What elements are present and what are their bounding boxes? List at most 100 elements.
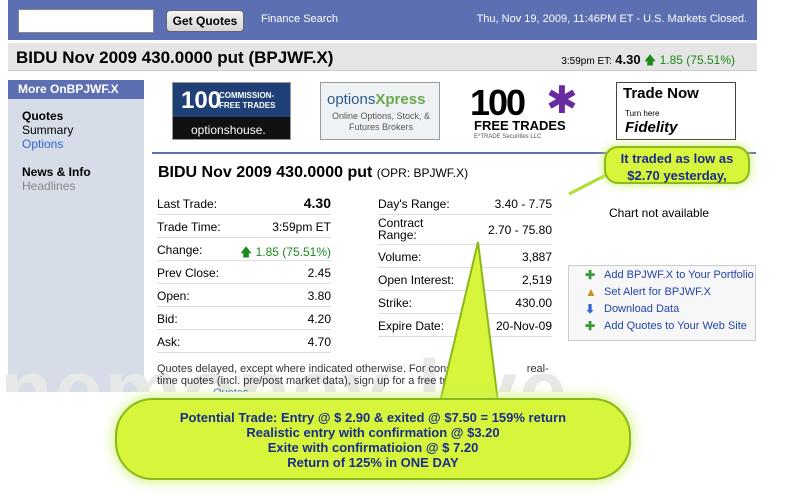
table-row: Volume: 3,887 [378, 245, 552, 268]
sidebar-news-heading: News & Info [22, 165, 91, 179]
sidebar-item-summary[interactable]: Summary [22, 123, 144, 137]
row-value: 3,887 [521, 250, 552, 264]
optionsxpress-logo: optionsXpress [327, 91, 425, 108]
etrade-text: FREE TRADES [474, 118, 566, 133]
table-row: Open: 3.80 [157, 284, 331, 307]
quote-title: BIDU Nov 2009 430.0000 put (OPR: BPJWF.X… [158, 164, 468, 182]
fidelity-title: Trade Now [623, 85, 699, 102]
delay-note-text-a: Quotes delayed, except where indicated o… [157, 363, 452, 375]
row-label: Volume: [378, 250, 422, 264]
table-row: Expire Date: 20-Nov-09 [378, 314, 552, 337]
set-alert-link[interactable]: ▲ Set Alert for BPJWF.X [569, 283, 755, 300]
add-to-portfolio-link[interactable]: ✚ Add BPJWF.X to Your Portfolio [569, 266, 755, 283]
table-row: Last Trade: 4.30 [157, 192, 331, 215]
get-quotes-button[interactable]: Get Quotes [166, 10, 244, 32]
download-icon: ⬇ [585, 302, 596, 316]
link-label: Download Data [604, 303, 680, 315]
row-label: Prev Close: [157, 266, 220, 280]
optionsxpress-brand-a: options [327, 91, 376, 108]
price-summary: 3:59pm ET: 4.30 🡅 1.85 (75.51%) [561, 51, 735, 72]
row-value: 430.00 [515, 296, 552, 310]
bell-icon: ▲ [585, 285, 597, 299]
sidebar-quotes-section: Quotes Summary Options [8, 99, 144, 151]
link-label: Set Alert for BPJWF.X [604, 286, 711, 298]
link-label: Add BPJWF.X to Your Portfolio [604, 269, 754, 281]
optionsxpress-brand-b: Xpress [375, 91, 426, 108]
fidelity-brand: Fidelity [625, 119, 678, 136]
title-bar: BIDU Nov 2009 430.0000 put (BPJWF.X) 3:5… [8, 43, 757, 71]
row-label: Expire Date: [378, 319, 445, 333]
link-label: Add Quotes to Your Web Site [604, 320, 747, 332]
top-bar: Get Quotes Finance Search Thu, Nov 19, 2… [8, 0, 757, 40]
optionshouse-brand: optionshouse. [191, 123, 266, 137]
row-label: Last Trade: [157, 197, 218, 211]
up-arrow-icon: 🡅 [239, 245, 253, 259]
action-links: ✚ Add BPJWF.X to Your Portfolio ▲ Set Aler… [568, 265, 756, 341]
optionshouse-ad[interactable]: 100 COMMISSION-FREE TRADES optionshouse. [172, 82, 291, 140]
quote-table-right: Day's Range: 3.40 - 7.75 Contract Range: 2… [378, 192, 552, 337]
quote-table-left: Last Trade: 4.30 Trade Time: 3:59pm ET Cha… [157, 192, 331, 353]
plus-icon: ✚ [585, 319, 596, 333]
callout-trade-summary: Potential Trade: Entry @ $ 2.90 & exited… [115, 398, 631, 480]
callout-line: Exite with confirmatioion @ $ 7.20 [267, 440, 479, 455]
last-price: 4.30 [615, 52, 641, 67]
row-label: Strike: [378, 296, 413, 310]
row-value: 20-Nov-09 [495, 319, 552, 333]
row-value: 3.40 - 7.75 [494, 197, 552, 211]
table-row: Contract Range: 2.70 - 75.80 [378, 215, 552, 245]
sidebar-quotes-heading: Quotes [22, 109, 64, 123]
up-arrow-icon: 🡅 [643, 53, 657, 67]
plus-icon: ✚ [585, 268, 596, 282]
optionshouse-number: 100 [181, 87, 222, 114]
trade-time: 3:59pm ET: [561, 56, 612, 67]
table-row: Open Interest: 2,519 [378, 268, 552, 291]
add-quotes-website-link[interactable]: ✚ Add Quotes to Your Web Site [569, 317, 755, 334]
callout-low-price: It traded as low as $2.70 yesterday, [604, 146, 750, 184]
row-value: 3:59pm ET [272, 220, 331, 234]
screenshot: Get Quotes Finance Search Thu, Nov 19, 2… [0, 0, 805, 498]
price-change: 1.85 (75.51%) [659, 53, 735, 67]
page-title: BIDU Nov 2009 430.0000 put (BPJWF.X) [16, 48, 334, 67]
table-row: Day's Range: 3.40 - 7.75 [378, 192, 552, 215]
etrade-star-icon: ✱ [546, 80, 578, 122]
etrade-ad[interactable]: 100 ✱ FREE TRADES E*TRADE Securities LLC [466, 80, 590, 140]
sidebar-item-headlines[interactable]: Headlines [22, 179, 144, 193]
callout-line: Return of 125% in ONE DAY [287, 455, 459, 470]
download-data-link[interactable]: ⬇ Download Data [569, 300, 755, 317]
quote-subtitle: (OPR: BPJWF.X) [376, 166, 469, 180]
row-label: Bid: [157, 312, 178, 326]
table-row: Prev Close: 2.45 [157, 261, 331, 284]
row-label: Trade Time: [157, 220, 221, 234]
row-value: 4.20 [307, 312, 331, 326]
etrade-small-text: E*TRADE Securities LLC [474, 134, 542, 140]
row-label: Open: [157, 289, 190, 303]
sidebar-news-section: News & Info Headlines [8, 151, 144, 193]
row-value: 2,519 [521, 273, 552, 287]
optionshouse-text: COMMISSION-FREE TRADES [219, 91, 276, 110]
table-row: Bid: 4.20 [157, 307, 331, 330]
row-label: Day's Range: [378, 197, 450, 211]
search-input[interactable] [18, 9, 154, 33]
sidebar-heading: More OnBPJWF.X [8, 80, 144, 99]
finance-search-link[interactable]: Finance Search [261, 13, 338, 25]
row-value: 2.70 - 75.80 [487, 223, 552, 237]
sidebar-item-options[interactable]: Options [22, 137, 144, 151]
row-label: Change: [157, 243, 203, 257]
fidelity-ad[interactable]: Trade Now Turn here Fidelity [616, 82, 736, 140]
row-value: 3.80 [307, 289, 331, 303]
callout-line: Realistic entry with confirmation @ $3.2… [246, 425, 500, 440]
chart-placeholder: Chart not available [609, 206, 710, 220]
row-label: Open Interest: [378, 273, 455, 287]
fidelity-small-text: Turn here [625, 109, 660, 118]
table-row: Strike: 430.00 [378, 291, 552, 314]
table-row: Change: 🡅 1.85 (75.51%) [157, 238, 331, 261]
optionsxpress-ad[interactable]: optionsXpress Online Options, Stock, & F… [320, 82, 440, 140]
quote-title-text: BIDU Nov 2009 430.0000 put [158, 164, 373, 181]
row-value: 2.45 [307, 266, 331, 280]
optionsxpress-text: Online Options, Stock, & Futures Brokers [331, 111, 431, 132]
row-label: Contract Range: [378, 216, 424, 242]
row-value: 1.85 (75.51%) [255, 245, 331, 259]
market-datetime: Thu, Nov 19, 2009, 11:46PM ET - U.S. Mar… [476, 13, 747, 25]
row-value: 4.30 [303, 195, 331, 211]
callout-line: Potential Trade: Entry @ $ 2.90 & exited… [179, 410, 567, 425]
